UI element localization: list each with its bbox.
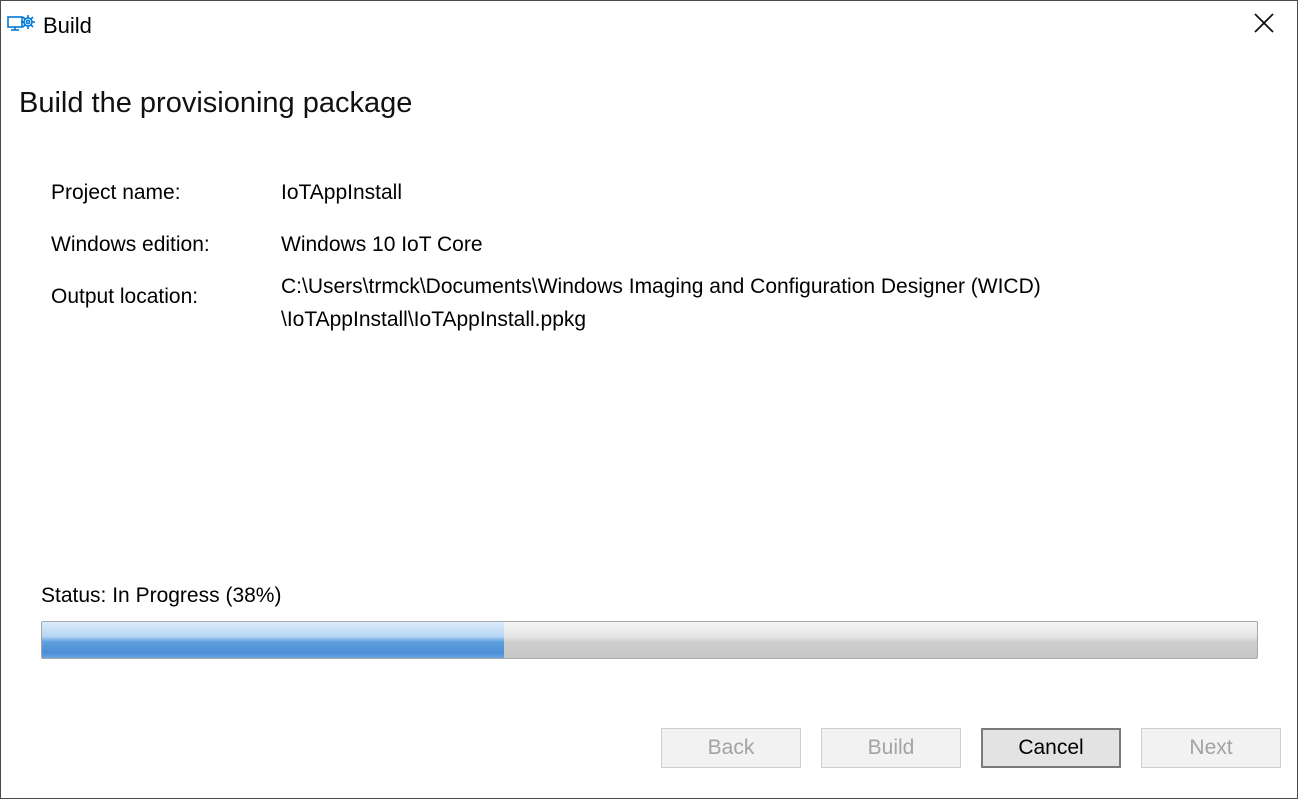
status-text: Status: In Progress (38%)	[41, 581, 281, 611]
output-location-value-line2: \IoTAppInstall\IoTAppInstall.ppkg	[281, 308, 587, 331]
progress-fill	[42, 622, 504, 658]
title-bar: Build	[1, 1, 1297, 49]
windows-edition-label: Windows edition:	[51, 233, 210, 256]
back-button[interactable]: Back	[661, 728, 801, 768]
project-name-label: Project name:	[51, 181, 181, 204]
provisioning-settings-icon	[7, 14, 37, 36]
close-button[interactable]	[1243, 5, 1285, 45]
next-button[interactable]: Next	[1141, 728, 1281, 768]
build-button[interactable]: Build	[821, 728, 961, 768]
status-percent: (38%)	[225, 584, 282, 607]
window-title: Build	[43, 13, 92, 38]
close-icon	[1253, 12, 1275, 39]
project-name-value: IoTAppInstall	[281, 181, 403, 204]
status-label: Status:	[41, 584, 107, 607]
windows-edition-value: Windows 10 IoT Core	[281, 233, 483, 256]
output-location-label: Output location:	[51, 285, 199, 308]
progress-bar	[41, 621, 1258, 659]
output-location-value-line1: C:\Users\trmck\Documents\Windows Imaging…	[281, 275, 1041, 298]
page-title: Build the provisioning package	[19, 87, 413, 119]
build-dialog: Build Build the provisioning package Pro…	[0, 0, 1298, 799]
cancel-button[interactable]: Cancel	[981, 728, 1121, 768]
status-state: In Progress	[112, 584, 220, 607]
